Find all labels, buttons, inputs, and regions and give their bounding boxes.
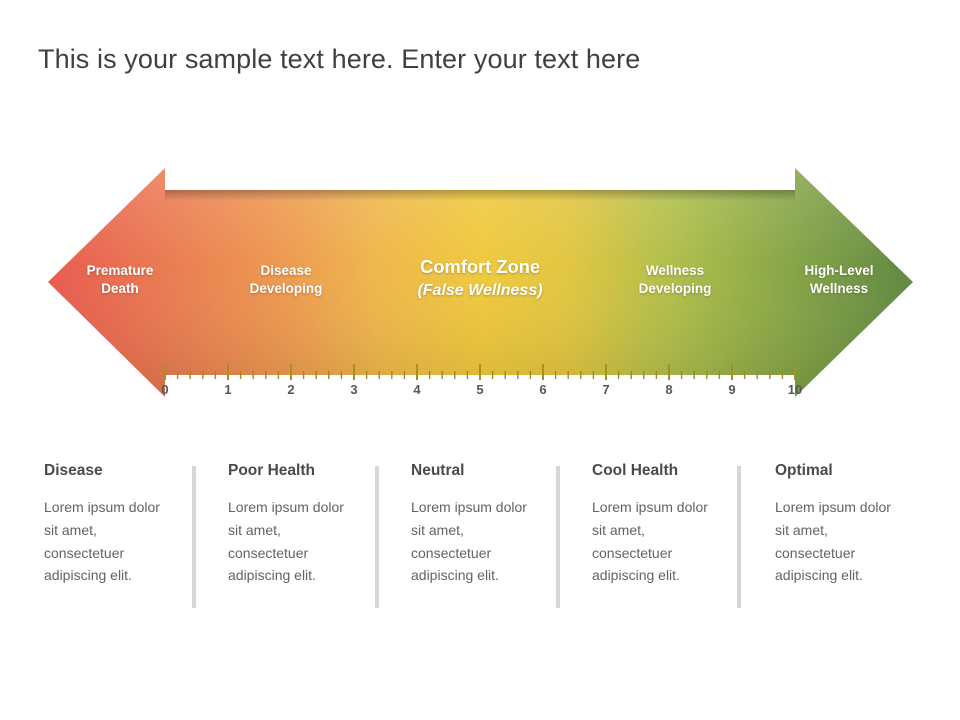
column-divider [556,466,560,608]
ruler-tick-label: 1 [224,382,232,397]
ruler-tick-label: 7 [602,382,610,397]
column-body: Lorem ipsum dolor sit amet, consectetuer… [775,499,891,584]
description-columns: Disease Lorem ipsum dolor sit amet, cons… [0,462,960,622]
ruler-tick-label: 10 [787,382,803,397]
column-disease: Disease Lorem ipsum dolor sit amet, cons… [44,462,196,587]
column-poor-health: Poor Health Lorem ipsum dolor sit amet, … [228,462,380,587]
ruler-tick-label: 9 [728,382,736,397]
measurement-ruler [164,364,796,380]
column-divider [192,466,196,608]
column-heading: Optimal [775,462,833,479]
column-body: Lorem ipsum dolor sit amet, consectetuer… [228,499,344,584]
column-divider [375,466,379,608]
wellness-continuum-arrow: 0 1 2 3 4 5 6 7 8 9 10 Premature Death Disease Dev… [0,150,960,410]
ruler-tick-label: 6 [539,382,547,397]
ruler-tick-label: 0 [161,382,169,397]
column-optimal: Optimal Lorem ipsum dolor sit amet, cons… [775,462,927,587]
column-divider [737,466,741,608]
column-cool-health: Cool Health Lorem ipsum dolor sit amet, … [592,462,744,587]
column-body: Lorem ipsum dolor sit amet, consectetuer… [44,499,160,584]
ruler-tick-label: 4 [413,382,421,397]
ruler-tick-label: 2 [287,382,295,397]
page-title: This is your sample text here. Enter you… [38,44,641,74]
ruler-tick-label: 3 [350,382,358,397]
column-heading: Neutral [411,462,465,479]
column-body: Lorem ipsum dolor sit amet, consectetuer… [411,499,527,584]
column-body: Lorem ipsum dolor sit amet, consectetuer… [592,499,708,584]
ruler-tick-label: 5 [476,382,484,397]
column-heading: Poor Health [228,462,315,479]
column-heading: Disease [44,462,103,479]
column-heading: Cool Health [592,462,679,479]
ruler-tick-label: 8 [665,382,673,397]
ruler-ticks [164,364,796,380]
column-neutral: Neutral Lorem ipsum dolor sit amet, cons… [411,462,563,587]
